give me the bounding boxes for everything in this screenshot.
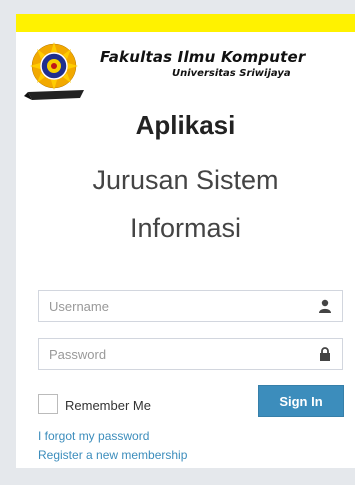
- lock-icon: [320, 347, 330, 361]
- remember-me-label: Remember Me: [65, 398, 151, 413]
- password-field[interactable]: [38, 338, 343, 370]
- register-link[interactable]: Register a new membership: [38, 448, 187, 462]
- password-input[interactable]: [39, 339, 309, 369]
- university-seal-logo: [24, 42, 84, 100]
- login-card: Fakultas Ilmu Komputer Universitas Sriwi…: [16, 14, 355, 468]
- sign-in-button[interactable]: Sign In: [258, 385, 344, 417]
- app-subtitle: Jurusan Sistem Informasi: [92, 165, 279, 243]
- university-name: Universitas Sriwijaya: [172, 68, 291, 79]
- user-icon: [319, 299, 331, 313]
- remember-me-checkbox[interactable]: [38, 394, 58, 414]
- top-color-bar: [16, 14, 355, 32]
- forgot-password-link[interactable]: I forgot my password: [38, 429, 149, 443]
- app-title: Aplikasi: [135, 110, 236, 140]
- username-input[interactable]: [39, 291, 309, 321]
- faculty-header: Fakultas Ilmu Komputer Universitas Sriwi…: [24, 38, 354, 102]
- username-field[interactable]: [38, 290, 343, 322]
- faculty-name: Fakultas Ilmu Komputer: [100, 48, 306, 66]
